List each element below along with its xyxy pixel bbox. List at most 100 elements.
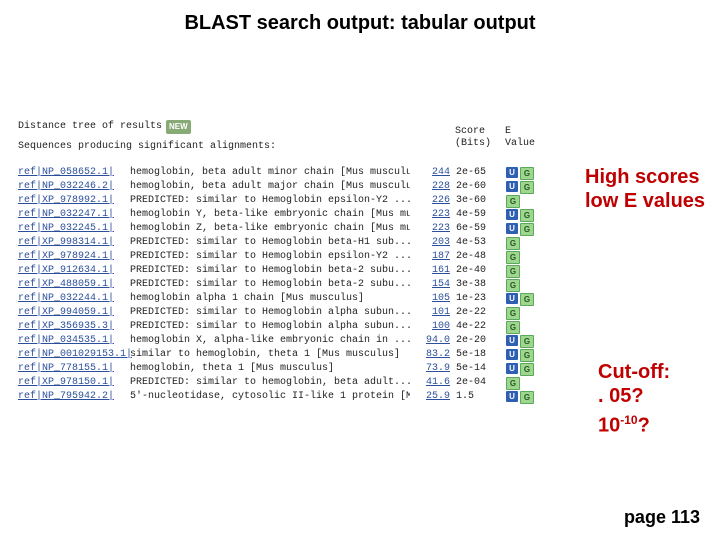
link-icons: UG bbox=[502, 293, 534, 306]
e-value: 4e-53 bbox=[450, 236, 502, 250]
score-link[interactable]: 154 bbox=[410, 278, 450, 292]
table-row: ref|NP_795942.2|5'-nucleotidase, cytosol… bbox=[18, 390, 578, 404]
e-value: 4e-22 bbox=[450, 320, 502, 334]
link-icons: G bbox=[502, 195, 520, 208]
new-badge-icon: NEW bbox=[166, 120, 191, 134]
e-value: 2e-60 bbox=[450, 180, 502, 194]
description: hemoglobin X, alpha-like embryonic chain… bbox=[130, 334, 410, 348]
accession-link[interactable]: ref|NP_778155.1| bbox=[18, 362, 130, 376]
e-value: 3e-60 bbox=[450, 194, 502, 208]
accession-link[interactable]: ref|NP_058652.1| bbox=[18, 166, 130, 180]
gene-icon[interactable]: G bbox=[520, 167, 534, 180]
gene-icon[interactable]: G bbox=[506, 279, 520, 292]
accession-link[interactable]: ref|NP_032246.2| bbox=[18, 180, 130, 194]
table-row: ref|XP_998314.1|PREDICTED: similar to He… bbox=[18, 236, 578, 250]
score-link[interactable]: 41.6 bbox=[410, 376, 450, 390]
accession-link[interactable]: ref|XP_994059.1| bbox=[18, 306, 130, 320]
score-link[interactable]: 105 bbox=[410, 292, 450, 306]
score-link[interactable]: 94.0 bbox=[410, 334, 450, 348]
score-link[interactable]: 25.9 bbox=[410, 390, 450, 404]
table-row: ref|NP_032244.1|hemoglobin alpha 1 chain… bbox=[18, 292, 578, 306]
e-value: 6e-59 bbox=[450, 222, 502, 236]
accession-link[interactable]: ref|NP_001029153.1| bbox=[18, 348, 130, 362]
score-link[interactable]: 223 bbox=[410, 208, 450, 222]
accession-link[interactable]: ref|NP_032244.1| bbox=[18, 292, 130, 306]
unigene-icon[interactable]: U bbox=[506, 335, 518, 346]
ann-bottom-line1: Cut-off: bbox=[598, 360, 670, 384]
description: hemoglobin Y, beta-like embryonic chain … bbox=[130, 208, 410, 222]
gene-icon[interactable]: G bbox=[506, 195, 520, 208]
unigene-icon[interactable]: U bbox=[506, 167, 518, 178]
link-icons: UG bbox=[502, 223, 534, 236]
score-link[interactable]: 187 bbox=[410, 250, 450, 264]
gene-icon[interactable]: G bbox=[506, 251, 520, 264]
description: PREDICTED: similar to Hemoglobin beta-H1… bbox=[130, 236, 410, 250]
description: similar to hemoglobin, theta 1 [Mus musc… bbox=[130, 348, 410, 362]
unigene-icon[interactable]: U bbox=[506, 293, 518, 304]
gene-icon[interactable]: G bbox=[520, 363, 534, 376]
link-icons: UG bbox=[502, 349, 534, 362]
description: PREDICTED: similar to Hemoglobin beta-2 … bbox=[130, 278, 410, 292]
unigene-icon[interactable]: U bbox=[506, 209, 518, 220]
gene-icon[interactable]: G bbox=[506, 265, 520, 278]
score-link[interactable]: 226 bbox=[410, 194, 450, 208]
gene-icon[interactable]: G bbox=[520, 223, 534, 236]
blast-output-block: Distance tree of results NEW Sequences p… bbox=[18, 120, 578, 404]
unigene-icon[interactable]: U bbox=[506, 349, 518, 360]
page-number: page 113 bbox=[624, 507, 700, 528]
result-rows: ref|NP_058652.1|hemoglobin, beta adult m… bbox=[18, 166, 578, 404]
table-row: ref|NP_778155.1|hemoglobin, theta 1 [Mus… bbox=[18, 362, 578, 376]
score-link[interactable]: 100 bbox=[410, 320, 450, 334]
ann-top-line2: low E values bbox=[585, 189, 705, 213]
score-link[interactable]: 223 bbox=[410, 222, 450, 236]
description: PREDICTED: similar to Hemoglobin epsilon… bbox=[130, 194, 410, 208]
score-link[interactable]: 73.9 bbox=[410, 362, 450, 376]
unigene-icon[interactable]: U bbox=[506, 181, 518, 192]
link-icons: UG bbox=[502, 363, 534, 376]
description: hemoglobin Z, beta-like embryonic chain … bbox=[130, 222, 410, 236]
table-row: ref|XP_978992.1|PREDICTED: similar to He… bbox=[18, 194, 578, 208]
link-icons: UG bbox=[502, 209, 534, 222]
gene-icon[interactable]: G bbox=[520, 209, 534, 222]
gene-icon[interactable]: G bbox=[506, 237, 520, 250]
accession-link[interactable]: ref|XP_978150.1| bbox=[18, 376, 130, 390]
accession-link[interactable]: ref|NP_034535.1| bbox=[18, 334, 130, 348]
accession-link[interactable]: ref|XP_356935.3| bbox=[18, 320, 130, 334]
accession-link[interactable]: ref|XP_998314.1| bbox=[18, 236, 130, 250]
gene-icon[interactable]: G bbox=[520, 293, 534, 306]
unigene-icon[interactable]: U bbox=[506, 223, 518, 234]
gene-icon[interactable]: G bbox=[506, 377, 520, 390]
score-link[interactable]: 83.2 bbox=[410, 348, 450, 362]
table-row: ref|XP_356935.3|PREDICTED: similar to He… bbox=[18, 320, 578, 334]
gene-icon[interactable]: G bbox=[520, 349, 534, 362]
gene-icon[interactable]: G bbox=[506, 307, 520, 320]
accession-link[interactable]: ref|XP_978992.1| bbox=[18, 194, 130, 208]
accession-link[interactable]: ref|XP_978924.1| bbox=[18, 250, 130, 264]
description: 5'-nucleotidase, cytosolic II-like 1 pro… bbox=[130, 390, 410, 404]
description: hemoglobin, theta 1 [Mus musculus] bbox=[130, 362, 410, 376]
gene-icon[interactable]: G bbox=[520, 335, 534, 348]
gene-icon[interactable]: G bbox=[520, 181, 534, 194]
accession-link[interactable]: ref|NP_795942.2| bbox=[18, 390, 130, 404]
score-link[interactable]: 161 bbox=[410, 264, 450, 278]
accession-link[interactable]: ref|XP_912634.1| bbox=[18, 264, 130, 278]
score-link[interactable]: 101 bbox=[410, 306, 450, 320]
ann-top-line1: High scores bbox=[585, 165, 705, 189]
header-eval2: Value bbox=[505, 138, 545, 150]
score-link[interactable]: 203 bbox=[410, 236, 450, 250]
link-icons: G bbox=[502, 237, 520, 250]
unigene-icon[interactable]: U bbox=[506, 363, 518, 374]
gene-icon[interactable]: G bbox=[520, 391, 534, 404]
table-row: ref|NP_034535.1|hemoglobin X, alpha-like… bbox=[18, 334, 578, 348]
accession-link[interactable]: ref|NP_032247.1| bbox=[18, 208, 130, 222]
header-score1: Score bbox=[455, 126, 499, 138]
gene-icon[interactable]: G bbox=[506, 321, 520, 334]
annotation-cutoff: Cut-off: . 05? 10-10? bbox=[598, 360, 670, 438]
unigene-icon[interactable]: U bbox=[506, 391, 518, 402]
slide-title: BLAST search output: tabular output bbox=[0, 12, 720, 35]
accession-link[interactable]: ref|XP_488059.1| bbox=[18, 278, 130, 292]
e-value: 2e-65 bbox=[450, 166, 502, 180]
score-link[interactable]: 228 bbox=[410, 180, 450, 194]
accession-link[interactable]: ref|NP_032245.1| bbox=[18, 222, 130, 236]
score-link[interactable]: 244 bbox=[410, 166, 450, 180]
